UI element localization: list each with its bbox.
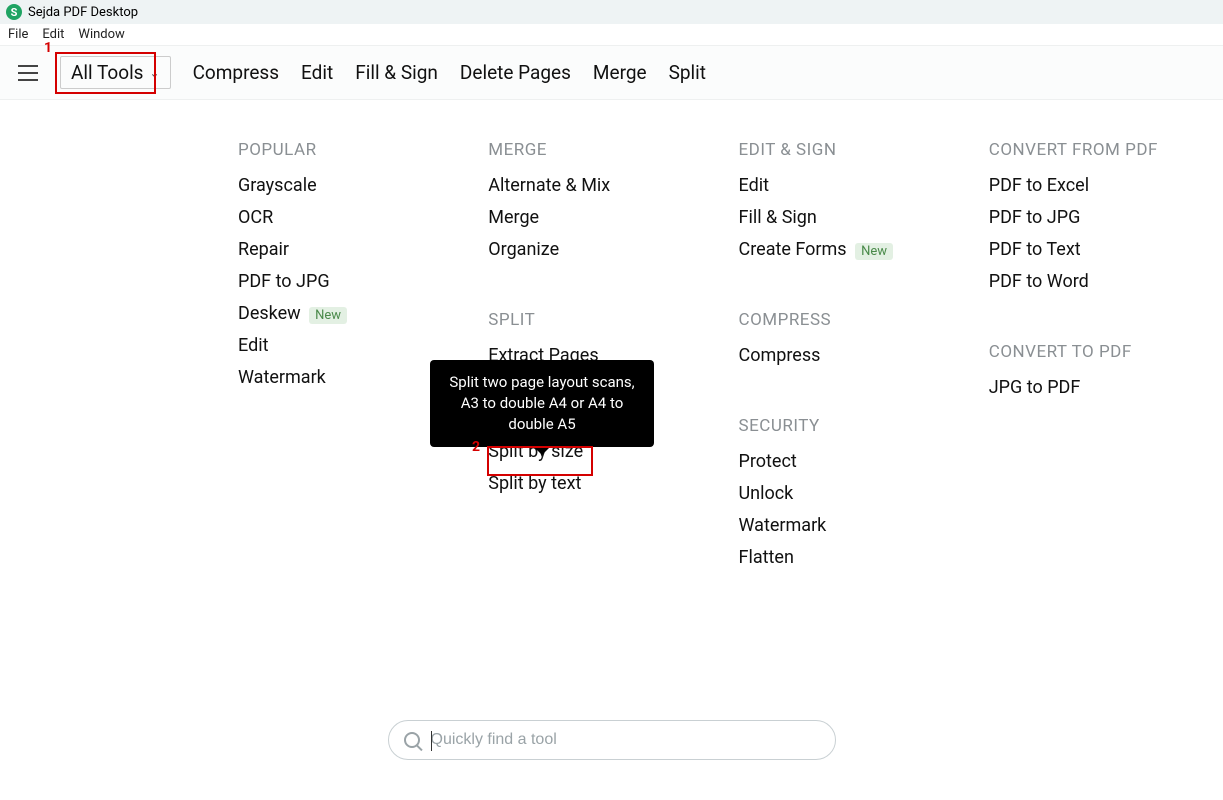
header-convert-to: CONVERT TO PDF [989,342,1223,362]
tool-pdf-to-jpg[interactable]: PDF to JPG [238,271,472,292]
tool-compress[interactable]: Compress [739,345,973,366]
tool-merge[interactable]: Merge [488,207,722,228]
header-edit-sign: EDIT & SIGN [739,140,973,160]
tool-deskew-label: Deskew [238,303,301,324]
tool-pdf-to-jpg2[interactable]: PDF to JPG [989,207,1223,228]
menu-window[interactable]: Window [78,27,124,42]
tool-repair[interactable]: Repair [238,239,472,260]
toolbar-compress[interactable]: Compress [193,61,279,84]
all-tools-label: All Tools [71,61,144,84]
badge-new: New [309,307,347,324]
titlebar: S Sejda PDF Desktop [0,0,1223,24]
header-compress: COMPRESS [739,310,973,330]
header-security: SECURITY [739,416,973,436]
tool-organize[interactable]: Organize [488,239,722,260]
tool-alternate-mix[interactable]: Alternate & Mix [488,175,722,196]
tool-deskew[interactable]: Deskew New [238,303,472,324]
chevron-down-icon: ⌄ [150,66,160,80]
tool-create-forms[interactable]: Create Forms New [739,239,973,260]
tool-protect[interactable]: Protect [739,451,973,472]
tool-edit2[interactable]: Edit [739,175,973,196]
toolbar-split[interactable]: Split [669,61,706,84]
header-convert-from: CONVERT FROM PDF [989,140,1223,160]
all-tools-dropdown[interactable]: All Tools ⌄ [60,56,171,89]
app-title: Sejda PDF Desktop [28,5,138,20]
badge-new-2: New [855,243,893,260]
tools-grid: POPULAR Grayscale OCR Repair PDF to JPG … [0,100,1223,568]
tool-flatten[interactable]: Flatten [739,547,973,568]
text-cursor [431,731,432,751]
tool-jpg-to-pdf[interactable]: JPG to PDF [989,377,1223,398]
col-edit-compress-security: EDIT & SIGN Edit Fill & Sign Create Form… [739,140,973,568]
tool-grayscale[interactable]: Grayscale [238,175,472,196]
header-split: SPLIT [488,310,722,330]
toolbar-delete-pages[interactable]: Delete Pages [460,61,571,84]
menu-edit[interactable]: Edit [42,27,64,42]
tool-edit[interactable]: Edit [238,335,472,356]
tool-watermark2[interactable]: Watermark [739,515,973,536]
col-popular: POPULAR Grayscale OCR Repair PDF to JPG … [238,140,472,568]
toolbar-edit[interactable]: Edit [301,61,333,84]
search-wrap [388,720,836,760]
menubar: File Edit Window [0,24,1223,45]
tool-pdf-to-excel[interactable]: PDF to Excel [989,175,1223,196]
tool-ocr[interactable]: OCR [238,207,472,228]
tool-pdf-to-text[interactable]: PDF to Text [989,239,1223,260]
toolbar-merge[interactable]: Merge [593,61,647,84]
toolbar-fill-sign[interactable]: Fill & Sign [355,61,438,84]
tool-create-forms-label: Create Forms [739,239,847,260]
col-merge-split: MERGE Alternate & Mix Merge Organize SPL… [488,140,722,568]
tool-fill-sign[interactable]: Fill & Sign [739,207,973,228]
header-merge: MERGE [488,140,722,160]
tool-unlock[interactable]: Unlock [739,483,973,504]
header-popular: POPULAR [238,140,472,160]
col-convert: CONVERT FROM PDF PDF to Excel PDF to JPG… [989,140,1223,568]
search-input[interactable] [388,720,836,760]
search-icon [404,732,420,748]
tool-pdf-to-word[interactable]: PDF to Word [989,271,1223,292]
tooltip-split-in-half: Split two page layout scans, A3 to doubl… [430,360,654,447]
app-logo-icon: S [6,4,22,20]
menu-file[interactable]: File [8,27,28,42]
toolbar: All Tools ⌄ Compress Edit Fill & Sign De… [0,45,1223,100]
tool-split-by-text[interactable]: Split by text [488,473,722,494]
hamburger-icon[interactable] [18,65,38,81]
